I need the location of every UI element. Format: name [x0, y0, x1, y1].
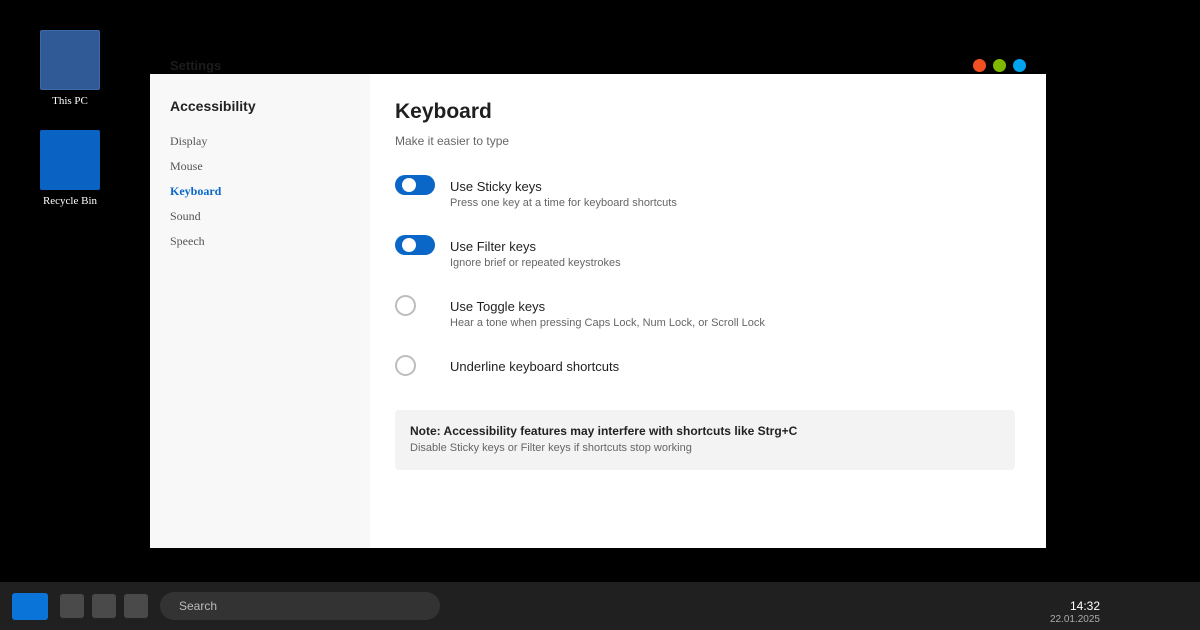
clock[interactable]: 14:32 — [1070, 599, 1100, 613]
filter-keys-toggle[interactable] — [395, 235, 435, 255]
maximize-button[interactable] — [1013, 59, 1026, 72]
page-subtitle: Make it easier to type — [395, 134, 510, 148]
title-bar[interactable]: Settings — [150, 50, 1046, 74]
settings-window: Settings Accessibility Display Mouse Key… — [150, 50, 1046, 548]
sidebar-item-display[interactable]: Display — [170, 134, 207, 149]
sticky-keys-toggle[interactable] — [395, 175, 435, 195]
setting-description: Press one key at a time for keyboard sho… — [450, 197, 677, 209]
taskbar-app-icon[interactable] — [92, 594, 116, 618]
underline-shortcuts-toggle[interactable] — [395, 355, 416, 376]
date[interactable]: 22.01.2025 — [1050, 614, 1100, 625]
window-title: Settings — [170, 58, 222, 73]
taskbar-app-icon[interactable] — [60, 594, 84, 618]
setting-underline-shortcuts: Underline keyboard shortcuts — [395, 355, 1015, 395]
search-placeholder: Search — [179, 599, 218, 613]
setting-name: Underline keyboard shortcuts — [450, 359, 620, 374]
toggle-knob — [402, 178, 416, 192]
desktop-icon-recycle-bin[interactable]: Recycle Bin — [40, 130, 100, 207]
setting-description: Hear a tone when pressing Caps Lock, Num… — [450, 317, 765, 329]
sidebar-item-keyboard[interactable]: Keyboard — [170, 184, 221, 199]
taskbar-app-icon[interactable] — [124, 594, 148, 618]
setting-name: Use Filter keys — [450, 239, 536, 254]
setting-toggle-keys: Use Toggle keys Hear a tone when pressin… — [395, 295, 1015, 335]
note-text: Disable Sticky keys or Filter keys if sh… — [410, 442, 692, 454]
setting-filter-keys: Use Filter keys Ignore brief or repeated… — [395, 235, 1015, 275]
minimize-button[interactable] — [993, 59, 1006, 72]
desktop-icon-this-pc[interactable]: This PC — [40, 30, 100, 107]
close-button[interactable] — [973, 59, 986, 72]
sidebar-heading: Accessibility — [170, 98, 256, 114]
taskbar: Search 14:32 22.01.2025 — [0, 582, 1200, 630]
computer-icon — [40, 30, 100, 90]
page-title: Keyboard — [395, 100, 492, 123]
desktop-icon-label: This PC — [52, 95, 88, 107]
taskbar-search[interactable]: Search — [160, 592, 440, 620]
desktop-icon-label: Recycle Bin — [42, 195, 98, 207]
toggle-knob — [402, 238, 416, 252]
setting-sticky-keys: Use Sticky keys Press one key at a time … — [395, 175, 1015, 215]
start-button[interactable] — [12, 593, 48, 620]
sidebar-item-mouse[interactable]: Mouse — [170, 159, 203, 174]
main-content: Keyboard Make it easier to type Use Stic… — [370, 74, 1046, 548]
sidebar-item-sound[interactable]: Sound — [170, 209, 201, 224]
setting-name: Use Toggle keys — [450, 299, 546, 314]
toggle-keys-toggle[interactable] — [395, 295, 416, 316]
info-note: Note: Accessibility features may interfe… — [395, 410, 1015, 470]
setting-name: Use Sticky keys — [450, 179, 542, 194]
sidebar-item-speech[interactable]: Speech — [170, 234, 205, 249]
recycle-bin-icon — [40, 130, 100, 190]
sidebar: Accessibility Display Mouse Keyboard Sou… — [150, 74, 370, 548]
note-title: Note: Accessibility features may interfe… — [410, 424, 798, 438]
setting-description: Ignore brief or repeated keystrokes — [450, 257, 621, 269]
